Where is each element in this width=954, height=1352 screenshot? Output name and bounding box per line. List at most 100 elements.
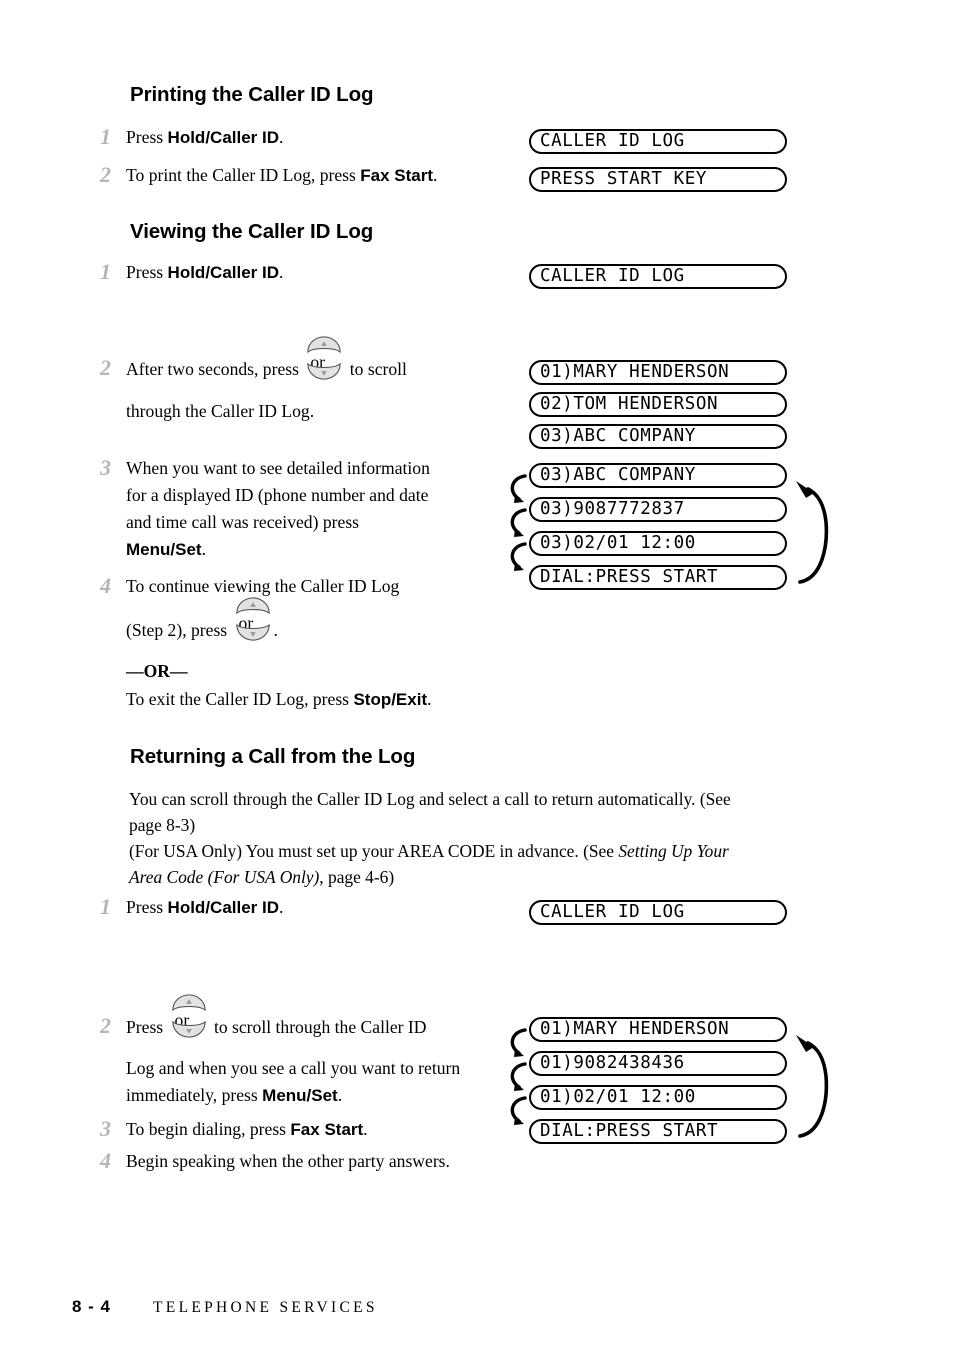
key-name-hold-caller-id: Hold/Caller ID: [167, 128, 280, 147]
step-printing-2: 2 To print the Caller ID Log, press Fax …: [100, 162, 530, 189]
step-printing-1: 1 Press Hold/Caller ID.: [100, 124, 520, 151]
down-arrow-key-icon[interactable]: [232, 623, 274, 642]
up-down-arrow-key-icon[interactable]: or: [168, 994, 210, 1038]
step-text-line2: Log and when you see a call you want to …: [126, 1058, 461, 1078]
reference-title-cont: Area Code (For USA Only): [129, 867, 320, 887]
returning-paragraph-1: You can scroll through the Caller ID Log…: [129, 786, 829, 838]
step-viewing-4: 4 To continue viewing the Caller ID Log …: [100, 573, 530, 713]
step-text: To print the Caller ID Log, press Fax St…: [126, 162, 437, 189]
step-text: Press Hold/Caller ID.: [126, 259, 283, 286]
lcd-display-caller-id-log: CALLER ID LOG: [529, 264, 787, 289]
step-number: 2: [100, 162, 111, 187]
step-text-line1: To continue viewing the Caller ID Log: [126, 576, 400, 596]
step-text-pre: Press: [126, 262, 168, 282]
step-text-line1: When you want to see detailed informatio…: [126, 458, 430, 478]
step-viewing-3: 3 When you want to see detailed informat…: [100, 455, 520, 563]
step-text: Press Hold/Caller ID.: [126, 894, 283, 921]
lcd-display-entry-03: 03)ABC COMPANY: [529, 424, 787, 449]
reference-title: Setting Up Your: [618, 841, 729, 861]
step-text-line3-post: .: [337, 1085, 343, 1105]
step-text-line2: through the Caller ID Log.: [126, 401, 315, 421]
step-returning-3: 3 To begin dialing, press Fax Start.: [100, 1116, 530, 1143]
step-text: To continue viewing the Caller ID Log (S…: [126, 573, 432, 713]
step-text-line3: and time call was received) press: [126, 512, 360, 532]
paragraph-line: (For USA Only) You must set up your AREA…: [129, 838, 829, 864]
section-heading-returning: Returning a Call from the Log: [130, 745, 416, 768]
key-name-fax-start: Fax Start: [360, 166, 434, 185]
curved-loop-arrow-returning: [796, 1035, 829, 1138]
footer-section-title: TELEPHONE SERVICES: [153, 1299, 378, 1316]
page-footer: 8 - 4 TELEPHONE SERVICES: [72, 1297, 378, 1317]
key-name-stop-exit: Stop/Exit: [353, 690, 428, 709]
step-number: 1: [100, 259, 111, 284]
curved-loop-arrow-viewing: [796, 481, 829, 584]
step-text-pre: Press: [126, 897, 168, 917]
step-number: 4: [100, 573, 111, 598]
step-text-line2-pre: (Step 2), press: [126, 620, 232, 640]
down-arrow-key-icon[interactable]: [168, 1020, 210, 1039]
step-text-line2: for a displayed ID (phone number and dat…: [126, 485, 429, 505]
lcd-display-return-number: 01)9082438436: [529, 1051, 787, 1076]
step-returning-4: 4 Begin speaking when the other party an…: [100, 1148, 540, 1175]
step-text-post: .: [201, 539, 206, 559]
key-name-hold-caller-id: Hold/Caller ID: [167, 263, 280, 282]
step-number: 2: [100, 1013, 111, 1038]
step-text-pre: Press: [126, 127, 168, 147]
step-text-line2-post: .: [273, 620, 278, 640]
step-text-pre: To print the Caller ID Log, press: [126, 165, 361, 185]
step-viewing-2: 2 After two seconds, press or to scroll …: [100, 336, 530, 425]
step-text-mid: to scroll: [345, 359, 407, 379]
step-text-post: .: [279, 127, 284, 147]
lcd-display-return-name: 01)MARY HENDERSON: [529, 1017, 787, 1042]
returning-paragraph-2: (For USA Only) You must set up your AREA…: [129, 838, 829, 890]
step-number: 1: [100, 124, 111, 149]
step-text-post: .: [363, 1119, 368, 1139]
step-text-pre: To begin dialing, press: [126, 1119, 291, 1139]
footer-page-number: 8 - 4: [72, 1297, 112, 1316]
paragraph-line: You can scroll through the Caller ID Log…: [129, 789, 731, 809]
lcd-display-press-start-key: PRESS START KEY: [529, 167, 787, 192]
up-down-arrow-key-icon[interactable]: or: [303, 336, 345, 380]
step-viewing-1: 1 Press Hold/Caller ID.: [100, 259, 520, 286]
up-down-arrow-key-icon[interactable]: or: [232, 597, 274, 641]
section-heading-viewing: Viewing the Caller ID Log: [130, 220, 374, 243]
step-text-pre: Press: [126, 1017, 168, 1037]
step-returning-2: 2 Press or to scroll through the Caller …: [100, 994, 530, 1109]
step-text-post: .: [279, 897, 284, 917]
paragraph-text: (For USA Only) You must set up your AREA…: [129, 841, 619, 861]
step-text-post: .: [433, 165, 438, 185]
section-heading-printing: Printing the Caller ID Log: [130, 83, 374, 106]
lcd-display-caller-id-log: CALLER ID LOG: [529, 900, 787, 925]
key-name-hold-caller-id: Hold/Caller ID: [167, 898, 280, 917]
key-name-fax-start: Fax Start: [290, 1120, 364, 1139]
lcd-display-detail-number: 03)9087772837: [529, 497, 787, 522]
key-name-menu-set: Menu/Set: [126, 540, 202, 559]
curved-hook-arrow-group-returning: [510, 1028, 527, 1125]
step-returning-1: 1 Press Hold/Caller ID.: [100, 894, 520, 921]
step-text: After two seconds, press or to scroll th…: [126, 336, 407, 425]
lcd-display-entry-01: 01)MARY HENDERSON: [529, 360, 787, 385]
lcd-display-return-date: 01)02/01 12:00: [529, 1085, 787, 1110]
step-text: To begin dialing, press Fax Start.: [126, 1116, 368, 1143]
lcd-display-detail-dial: DIAL:PRESS START: [529, 565, 787, 590]
step-text-mid: to scroll through the Caller ID: [209, 1017, 427, 1037]
step-text-post: .: [279, 262, 284, 282]
lcd-display-return-dial: DIAL:PRESS START: [529, 1119, 787, 1144]
step-text: When you want to see detailed informatio…: [126, 455, 430, 563]
exit-text-pre: To exit the Caller ID Log, press: [126, 689, 354, 709]
or-divider: —OR—: [126, 661, 188, 681]
exit-text-post: .: [427, 689, 432, 709]
key-name-menu-set: Menu/Set: [262, 1086, 338, 1105]
paragraph-line: page 8-3): [129, 815, 196, 835]
step-text-pre: After two seconds, press: [126, 359, 304, 379]
lcd-display-caller-id-log: CALLER ID LOG: [529, 129, 787, 154]
step-number: 3: [100, 455, 111, 480]
step-text: Press Hold/Caller ID.: [126, 124, 283, 151]
lcd-display-entry-02: 02)TOM HENDERSON: [529, 392, 787, 417]
paragraph-line: Area Code (For USA Only), page 4-6): [129, 864, 829, 890]
lcd-display-detail-date: 03)02/01 12:00: [529, 531, 787, 556]
down-arrow-key-icon[interactable]: [303, 362, 345, 381]
reference-page: , page 4-6): [319, 867, 395, 887]
step-number: 2: [100, 355, 111, 380]
step-text: Begin speaking when the other party answ…: [126, 1151, 450, 1171]
